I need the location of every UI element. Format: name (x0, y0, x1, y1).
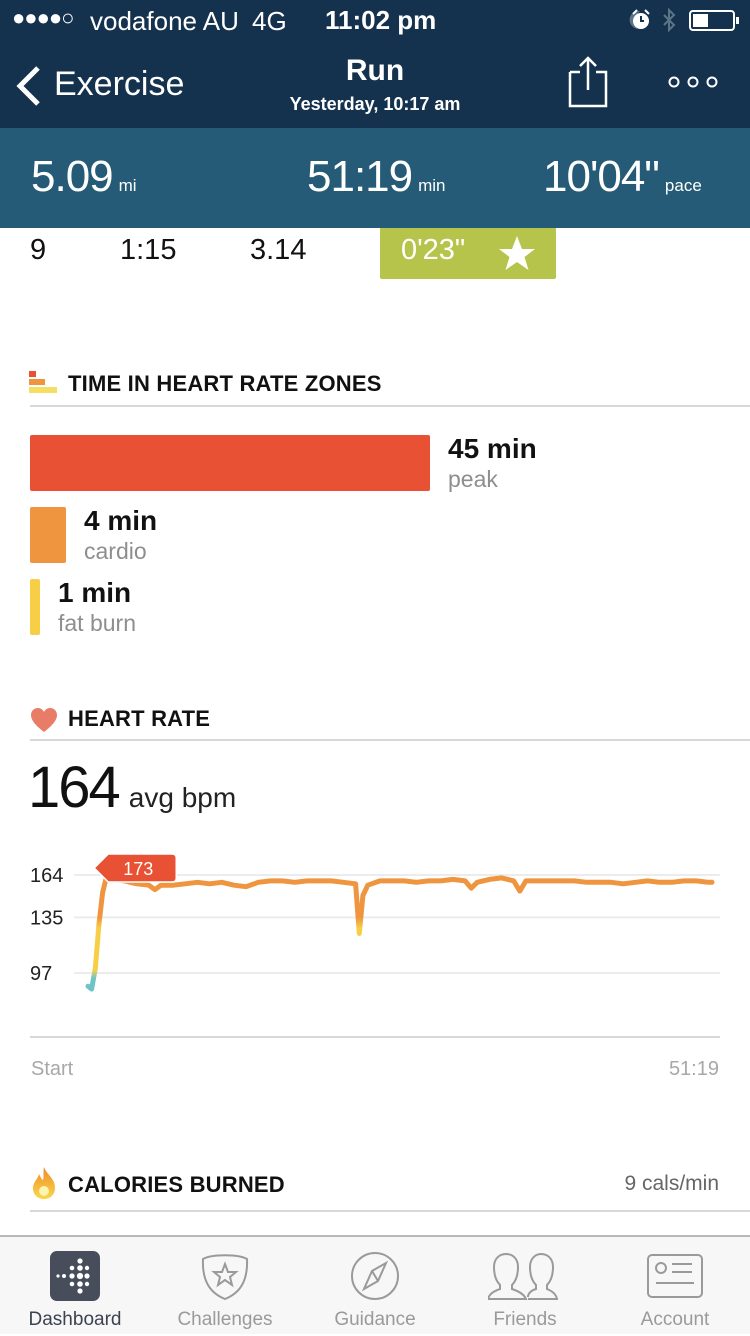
battery-icon (689, 10, 735, 31)
tab-label: Dashboard (28, 1309, 122, 1330)
page-title: Run (345, 54, 405, 87)
tab-label: Challenges (177, 1309, 273, 1330)
zone-bar-fat-burn (30, 579, 40, 635)
nav-bar: Exercise Run Yesterday, 10:17 am (0, 40, 750, 128)
tab-account[interactable]: Account (600, 1237, 750, 1336)
avg-bpm-value: 164 (28, 755, 121, 820)
share-icon[interactable] (566, 54, 610, 110)
bluetooth-icon (663, 8, 676, 33)
zone-bar-peak (30, 435, 430, 491)
split-delta: 0'23" (401, 234, 466, 266)
carrier-name: vodafone AU (90, 6, 239, 36)
split-row: 9 1:15 3.14 0'23" (0, 228, 750, 280)
y-tick-label: 164 (30, 865, 63, 887)
zone-text: 4 min cardio (84, 505, 157, 565)
avg-heart-rate: 164 avg bpm (28, 754, 236, 821)
back-button[interactable]: Exercise (14, 62, 194, 110)
exercise-summary: 5.09 mi 51:19 min 10'04" pace (0, 128, 750, 228)
split-time: 1:15 (120, 234, 177, 266)
zone-value: 4 min (84, 505, 158, 536)
distance-unit: mi (118, 176, 137, 195)
tab-dashboard[interactable]: Dashboard (0, 1237, 150, 1336)
peak-marker-label: 173 (123, 859, 153, 879)
compass-icon (351, 1252, 399, 1300)
pace-stat: 10'04" pace (543, 152, 702, 202)
avg-bpm-unit: avg bpm (128, 782, 237, 813)
y-tick-label: 97 (30, 963, 52, 985)
zone-label: cardio (84, 538, 147, 564)
duration-value: 51:19 (307, 152, 413, 201)
tab-guidance[interactable]: Guidance (300, 1237, 450, 1336)
status-bar: ●●●●○ vodafone AU 4G 11:02 pm (0, 0, 750, 40)
zone-label: peak (448, 466, 498, 492)
star-icon (499, 236, 535, 270)
peak-marker: 173 (93, 853, 177, 883)
network-type: 4G (252, 6, 287, 36)
zones-icon (29, 371, 57, 393)
pace-value: 10'04" (543, 152, 660, 201)
duration-stat: 51:19 min (307, 152, 446, 202)
challenges-icon (201, 1254, 249, 1301)
tab-friends[interactable]: Friends (450, 1237, 600, 1336)
clock: 11:02 pm (325, 5, 437, 35)
x-axis-end-label: 51:19 (668, 1058, 719, 1080)
calories-section: CALORIES BURNED 9 cals/min (0, 1160, 750, 1235)
pace-unit: pace (664, 176, 702, 195)
zone-value: 45 min (448, 433, 537, 464)
page-subtitle: Yesterday, 10:17 am (289, 94, 461, 114)
chevron-left-icon (16, 66, 40, 106)
flame-icon (33, 1167, 55, 1199)
tab-label: Guidance (334, 1309, 416, 1330)
tab-label: Account (640, 1309, 710, 1330)
tab-label: Friends (493, 1309, 557, 1330)
zone-label: fat burn (58, 610, 136, 636)
tab-challenges[interactable]: Challenges (150, 1237, 300, 1336)
duration-unit: min (418, 176, 446, 195)
calories-rate: 9 cals/min (624, 1172, 719, 1195)
signal-strength: ●●●●○ (12, 5, 74, 30)
more-icon[interactable] (664, 74, 724, 90)
friends-icon (488, 1252, 558, 1300)
split-badge: 0'23" (380, 228, 556, 279)
zones-title: TIME IN HEART RATE ZONES (68, 371, 382, 396)
tab-bar: Dashboard Challenges Guidance Friends Ac… (0, 1235, 750, 1334)
zone-text: 45 min peak (448, 433, 537, 493)
calories-divider (30, 1210, 750, 1212)
distance-stat: 5.09 mi (31, 152, 137, 202)
account-icon (647, 1254, 703, 1298)
zone-bar-cardio (30, 507, 66, 563)
heart-rate-zones-section: TIME IN HEART RATE ZONES 45 min peak 4 min… (0, 360, 750, 650)
heart-rate-title: HEART RATE (68, 706, 211, 731)
split-index: 9 (30, 234, 47, 266)
back-label: Exercise (54, 65, 185, 103)
split-distance: 3.14 (250, 234, 307, 266)
dashboard-icon (50, 1251, 100, 1301)
calories-title: CALORIES BURNED (68, 1172, 285, 1197)
zone-text: 1 min fat burn (58, 577, 136, 637)
x-axis-start-label: Start (31, 1058, 74, 1080)
battery-tip (736, 17, 739, 24)
heart-rate-divider (30, 739, 750, 741)
zone-value: 1 min (58, 577, 132, 608)
zones-divider (30, 405, 750, 407)
alarm-icon (632, 9, 650, 29)
heart-icon (31, 708, 57, 732)
y-tick-label: 135 (30, 907, 63, 929)
heart-rate-section: HEART RATE 164 avg bpm 97 135 164 173 Start … (0, 700, 750, 1090)
distance-value: 5.09 (31, 152, 114, 201)
